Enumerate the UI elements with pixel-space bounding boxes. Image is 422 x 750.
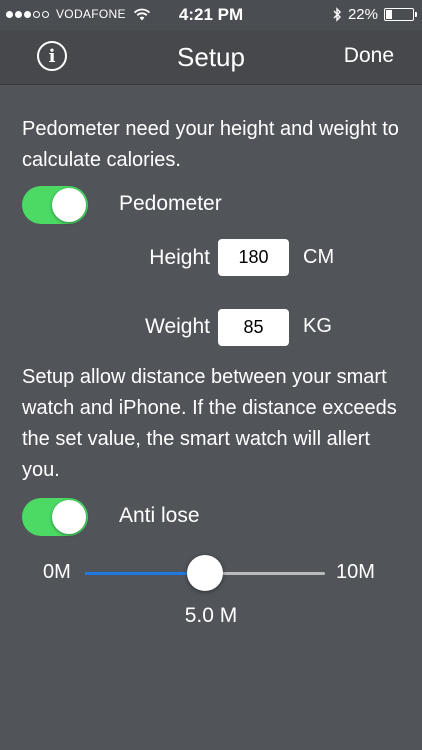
anti-lose-description: Setup allow distance between your smart … [22,366,397,481]
battery-fill [386,10,392,19]
battery-icon [384,8,417,21]
slider-thumb[interactable] [187,555,223,591]
pedometer-toggle[interactable] [22,186,88,224]
anti-lose-toggle[interactable] [22,498,88,536]
anti-lose-toggle-label: Anti lose [119,504,200,527]
weight-unit: KG [303,315,332,337]
status-bar: VODAFONE 4:21 PM 22% [0,0,422,30]
height-unit: CM [303,246,335,268]
slider-min-label: 0M [43,561,71,583]
height-input[interactable]: 180 [218,239,289,276]
weight-label: Weight [145,315,210,338]
slider-value-label: 5.0 M [184,604,238,627]
distance-slider[interactable] [85,555,325,591]
battery-cap [415,12,417,17]
height-label: Height [149,246,210,269]
setup-content: Pedometer need your height and weight to… [0,85,422,750]
status-right: 22% [333,6,417,23]
toggle-knob [52,500,86,534]
navigation-bar: i Setup Done [0,30,422,85]
toggle-knob [52,188,86,222]
weight-input[interactable]: 85 [218,309,289,346]
pedometer-toggle-label: Pedometer [119,192,222,215]
pedometer-description: Pedometer need your height and weight to… [22,118,399,171]
slider-max-label: 10M [336,561,375,583]
bluetooth-icon [333,7,341,22]
battery-percent: 22% [347,6,378,23]
done-button[interactable]: Done [344,44,394,68]
